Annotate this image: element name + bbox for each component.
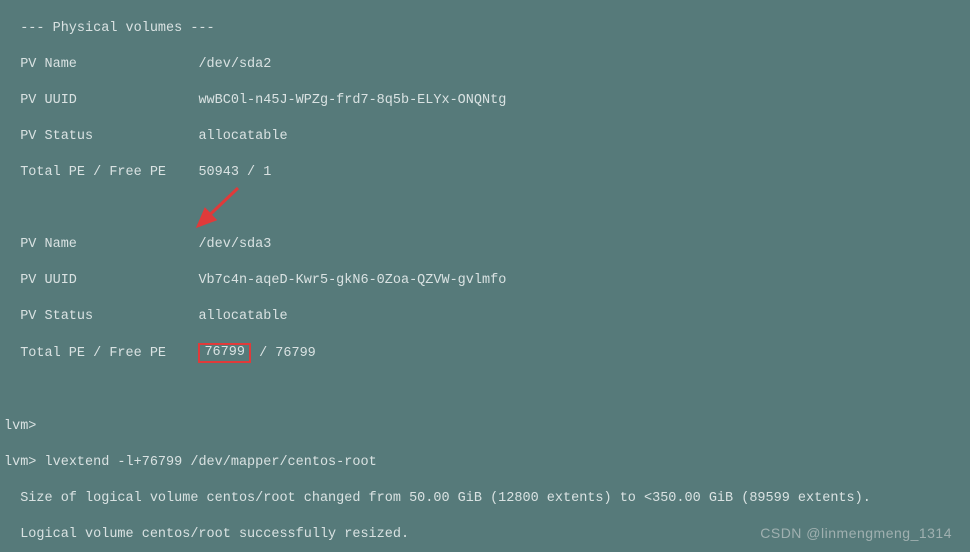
pv-header: --- Physical volumes --- <box>4 20 966 38</box>
pv1-uuid: PV UUID wwBC0l-n45J-WPZg-frd7-8q5b-ELYx-… <box>4 92 966 110</box>
pv2-uuid: PV UUID Vb7c4n-aqeD-Kwr5-gkN6-0Zoa-QZVW-… <box>4 272 966 290</box>
blank <box>4 382 966 400</box>
value: Vb7c4n-aqeD-Kwr5-gkN6-0Zoa-QZVW-gvlmfo <box>190 273 506 288</box>
pe-before <box>190 346 198 361</box>
label: PV UUID <box>4 273 190 288</box>
value: allocatable <box>190 129 287 144</box>
command: lvextend -l+76799 /dev/mapper/centos-roo… <box>45 455 377 470</box>
lvm-out1: Size of logical volume centos/root chang… <box>4 490 966 508</box>
lvm-lvextend[interactable]: lvm> lvextend -l+76799 /dev/mapper/cento… <box>4 454 966 472</box>
label: Total PE / Free PE <box>4 165 190 180</box>
pv1-name: PV Name /dev/sda2 <box>4 56 966 74</box>
value: /dev/sda3 <box>190 237 271 252</box>
value: allocatable <box>190 309 287 324</box>
pv2-status: PV Status allocatable <box>4 308 966 326</box>
value: wwBC0l-n45J-WPZg-frd7-8q5b-ELYx-ONQNtg <box>190 93 506 108</box>
label: Total PE / Free PE <box>4 346 190 361</box>
highlight-box: 76799 <box>198 343 251 363</box>
pv1-status: PV Status allocatable <box>4 128 966 146</box>
label: PV Name <box>4 237 190 252</box>
lvm-prompt[interactable]: lvm> <box>4 418 966 436</box>
pv2-pe: Total PE / Free PE 76799 / 76799 <box>4 344 966 364</box>
value: 50943 / 1 <box>190 165 271 180</box>
prompt: lvm> <box>4 455 45 470</box>
watermark: CSDN @linmengmeng_1314 <box>760 524 952 542</box>
label: PV Status <box>4 309 190 324</box>
pv2-name: PV Name /dev/sda3 <box>4 236 966 254</box>
pe-after: / 76799 <box>251 346 316 361</box>
label: PV Status <box>4 129 190 144</box>
label: PV Name <box>4 57 190 72</box>
pv1-pe: Total PE / Free PE 50943 / 1 <box>4 164 966 182</box>
value: /dev/sda2 <box>190 57 271 72</box>
label: PV UUID <box>4 93 190 108</box>
blank <box>4 200 966 218</box>
terminal-output: --- Physical volumes --- PV Name /dev/sd… <box>0 0 970 552</box>
